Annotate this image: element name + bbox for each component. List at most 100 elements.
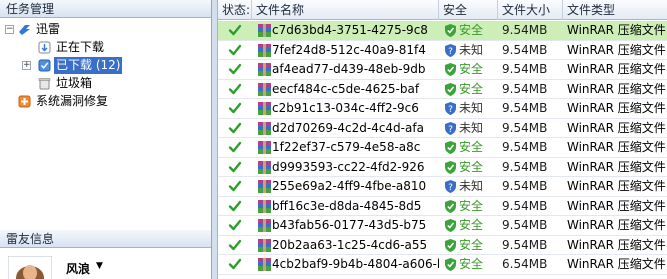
left-panel: 任务管理 − 迅雷 正在下载 + 已下载 (12) 垃圾箱 系统漏洞修复 雷友信… [0,0,212,279]
status-cell [218,99,252,118]
tree-label-downloaded: 已下载 (12) [54,57,123,74]
safety-status: 安全 [459,23,484,37]
file-size: 9.54MB [502,140,548,154]
trash-icon [38,78,51,90]
safety-status: 安全 [459,237,484,252]
safety-status: 未知 [459,179,484,193]
table-row[interactable]: 4cb2baf9-9b4b-4804-a606-b 安全 6.54MB WinRAR … [218,255,667,275]
file-name: c7d63bd4-3751-4275-9c8 [272,23,428,37]
file-size: 9.54MB [502,62,548,76]
table-row[interactable]: ? 7fef24d8-512c-40a9-81f4 未知 9.54MB WinRAR 压… [218,41,667,60]
status-cell [218,177,252,196]
file-type: WinRAR 压缩文件 [567,81,666,96]
safety-status: 安全 [459,218,484,232]
tree-label-repair: 系统漏洞修复 [36,94,109,108]
table-header: 状态: 文件名称 安全 文件大小 文件类型 [218,0,667,20]
file-size: 6.54MB [502,257,548,271]
file-type: WinRAR 压缩文件 [567,257,666,271]
status-cell [218,255,252,274]
file-size: 9.54MB [502,120,548,135]
table-row[interactable]: 1f22ef37-c579-4e58-a8c 安全 9.54MB WinRAR 压缩文… [218,138,667,158]
safety-status: 未知 [459,120,484,135]
thunder-bird-icon [19,25,30,35]
file-type: WinRAR 压缩文件 [567,179,666,193]
tree-item-thunder[interactable]: − 迅雷 [0,21,200,38]
col-header-safety[interactable]: 安全 [439,0,498,20]
file-size: 9.54MB [502,159,548,174]
col-header-name[interactable]: 文件名称 [252,0,439,20]
file-size: 9.54MB [502,42,548,57]
table-row[interactable]: eecf484c-c5de-4625-baf 安全 9.54MB WinRAR 压缩文… [218,80,667,99]
status-cell [218,60,252,79]
tree-item-trash[interactable]: 垃圾箱 [0,75,200,92]
file-type: WinRAR 压缩文件 [567,62,666,76]
table-row[interactable]: d9993593-cc22-4fd2-926 安全 9.54MB WinRAR 压缩文… [218,158,667,177]
status-cell [218,158,252,177]
status-cell [218,138,252,157]
status-cell [218,80,252,99]
repair-icon [18,95,31,108]
file-name: d2d70269-4c2d-4c4d-afa [272,120,424,135]
safety-status: 未知 [459,42,484,57]
col-header-status[interactable]: 状态: [218,0,252,20]
tree-label-trash: 垃圾箱 [56,76,93,90]
safety-status: 安全 [459,62,484,76]
table-row[interactable]: b43fab56-0177-43d5-b75 安全 9.54MB WinRAR 压缩文… [218,216,667,236]
user-name[interactable]: 风浪 [66,260,90,277]
downloading-icon [38,41,51,54]
file-name: b43fab56-0177-43d5-b75 [272,218,427,232]
task-manager-header: 任务管理 [0,0,211,18]
friends-header: 雷友信息 [0,230,211,248]
file-type: WinRAR 压缩文件 [567,101,666,115]
table-row[interactable]: af4ead77-d439-48eb-9db 安全 9.54MB WinRAR 压缩文… [218,60,667,80]
tree-item-downloading[interactable]: 正在下载 [0,39,200,56]
table-row[interactable]: bff16c3e-d8da-4845-8d5 安全 9.54MB WinRAR 压缩文… [218,197,667,216]
status-cell [218,41,252,60]
safety-status: 安全 [459,81,484,96]
expand-icon[interactable]: + [22,61,31,70]
file-size: 9.54MB [502,218,548,232]
file-size: 9.54MB [502,179,548,193]
table-row[interactable]: c7d63bd4-3751-4275-9c8 安全 9.54MB WinRAR 压缩文… [218,21,667,41]
file-size: 9.54MB [502,198,548,213]
tree-item-repair[interactable]: 系统漏洞修复 [0,93,200,110]
file-type: WinRAR 压缩文件 [567,159,666,174]
file-type: WinRAR 压缩文件 [567,42,666,57]
tree-item-downloaded[interactable]: + 已下载 (12) [0,57,200,74]
table-row[interactable]: 20b2aa63-1c25-4cd6-a55 安全 9.54MB WinRAR 压缩文… [218,236,667,255]
table-row[interactable]: ? d2d70269-4c2d-4c4d-afa 未知 9.54MB WinRAR 压缩… [218,119,667,138]
file-size: 9.54MB [502,23,548,37]
table-row[interactable]: ? c2b91c13-034c-4ff2-9c6 未知 9.54MB WinRAR 压缩… [218,99,667,119]
file-type: WinRAR 压缩文件 [567,218,666,232]
file-name: 20b2aa63-1c25-4cd6-a55 [272,237,428,252]
file-name: eecf484c-c5de-4625-baf [272,81,420,96]
col-header-size[interactable]: 文件大小 [498,0,563,20]
status-cell [218,216,252,235]
chevron-down-icon[interactable]: ▼ [96,261,103,271]
status-cell [218,197,252,216]
safety-status: 安全 [459,140,484,154]
downloaded-icon [38,59,51,72]
file-name: 4cb2baf9-9b4b-4804-a606-b [272,257,439,271]
tree-label-downloading: 正在下载 [56,40,105,54]
status-cell [218,236,252,255]
file-type: WinRAR 压缩文件 [567,140,666,154]
tree-label-thunder: 迅雷 [36,22,61,36]
file-name: c2b91c13-034c-4ff2-9c6 [272,101,419,115]
friend-profile: 风浪 ▼ [0,249,211,279]
status-cell [218,21,252,40]
file-type: WinRAR 压缩文件 [567,237,666,252]
file-name: bff16c3e-d8da-4845-8d5 [272,198,422,213]
table-row[interactable]: ? 255e69a2-4ff9-4fbe-a810 未知 9.54MB WinRAR 压… [218,177,667,197]
col-header-type[interactable]: 文件类型 [563,0,667,20]
file-name: 1f22ef37-c579-4e58-a8c [272,140,421,154]
safety-status: 安全 [459,159,484,174]
file-size: 9.54MB [502,237,548,252]
avatar[interactable] [8,256,52,279]
file-name: 255e69a2-4ff9-4fbe-a810 [272,179,427,193]
file-name: af4ead77-d439-48eb-9db [272,62,426,76]
file-size: 9.54MB [502,101,548,115]
file-name: 7fef24d8-512c-40a9-81f4 [272,42,426,57]
collapse-icon[interactable]: − [5,25,14,34]
file-size: 9.54MB [502,81,548,96]
